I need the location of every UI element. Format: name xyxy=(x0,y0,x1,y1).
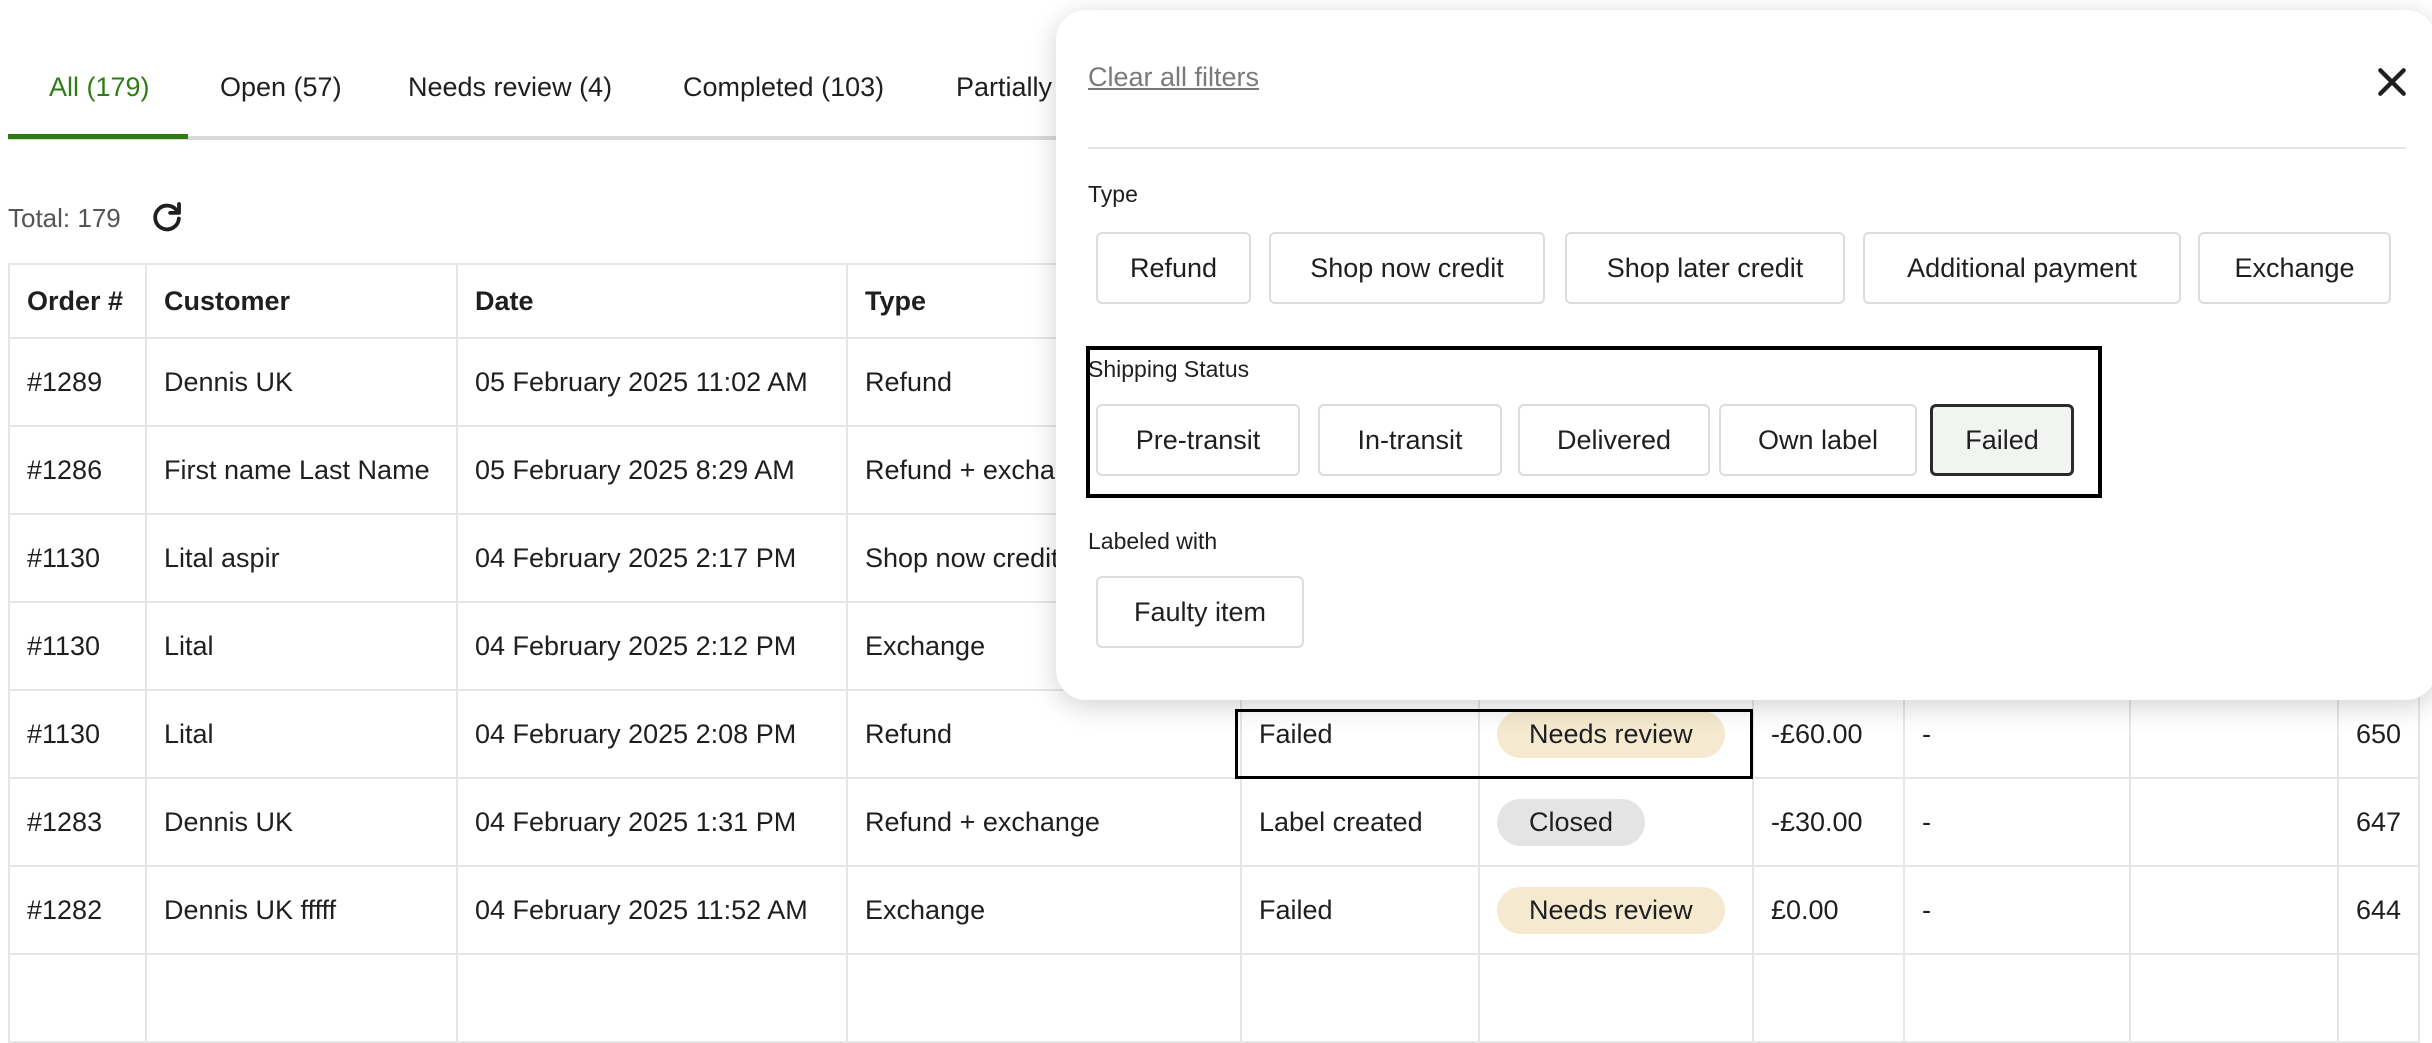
cell-customer: Lital xyxy=(145,601,458,691)
filter-chip-shop-later-credit[interactable]: Shop later credit xyxy=(1565,232,1845,304)
header-order[interactable]: Order # xyxy=(8,263,147,339)
status-badge: Closed xyxy=(1497,798,1646,846)
cell-amount: -£30.00 xyxy=(1752,777,1905,867)
filter-chip-failed[interactable]: Failed xyxy=(1930,404,2074,476)
cell-shipping: Failed xyxy=(1240,865,1480,955)
refresh-icon[interactable] xyxy=(148,198,186,236)
filter-panel: Clear all filters Type Refund Shop now c… xyxy=(1056,10,2432,700)
cell-date: 04 February 2025 2:17 PM xyxy=(456,513,848,603)
panel-divider xyxy=(1088,147,2406,149)
filter-chip-own-label[interactable]: Own label xyxy=(1719,404,1917,476)
cell-customer: Lital aspir xyxy=(145,513,458,603)
filter-chip-in-transit[interactable]: In-transit xyxy=(1318,404,1502,476)
cell-amount: £0.00 xyxy=(1752,865,1905,955)
cell-order: #1286 xyxy=(8,425,147,515)
type-section-label: Type xyxy=(1088,181,1138,207)
cell-status: Closed xyxy=(1478,777,1754,867)
active-tab-indicator xyxy=(8,134,188,139)
cell-customer: First name Last Name xyxy=(145,425,458,515)
cell-date: 04 February 2025 2:12 PM xyxy=(456,601,848,691)
tab-partially[interactable]: Partially xyxy=(956,72,1052,103)
tab-open[interactable]: Open (57) xyxy=(220,72,342,103)
cell-last: 647 xyxy=(2336,777,2421,867)
header-date[interactable]: Date xyxy=(456,263,848,339)
cell-type: Refund + exchange xyxy=(846,777,1242,867)
total-count: Total: 179 xyxy=(8,203,121,233)
filter-chip-shop-now-credit[interactable]: Shop now credit xyxy=(1269,232,1545,304)
cell-customer: Lital xyxy=(145,689,458,779)
table-row[interactable] xyxy=(8,953,2421,1043)
filter-chip-exchange[interactable]: Exchange xyxy=(2198,232,2391,304)
close-icon[interactable] xyxy=(2372,62,2412,102)
cell-order: #1282 xyxy=(8,865,147,955)
cell-status: Needs review xyxy=(1478,865,1754,955)
cell-customer: Dennis UK fffff xyxy=(145,865,458,955)
cell-dash: - xyxy=(1903,777,2131,867)
cell-shipping: Label created xyxy=(1240,777,1480,867)
cell-type: Refund xyxy=(846,689,1242,779)
cell-date: 05 February 2025 11:02 AM xyxy=(456,337,848,427)
cell-dash: - xyxy=(1903,689,2131,779)
cell-order: #1130 xyxy=(8,689,147,779)
cell-order: #1130 xyxy=(8,601,147,691)
table-row[interactable]: #1130 Lital 04 February 2025 2:08 PM Ref… xyxy=(8,689,2421,779)
filter-chip-refund[interactable]: Refund xyxy=(1096,232,1251,304)
cell-order: #1283 xyxy=(8,777,147,867)
cell-last: 644 xyxy=(2336,865,2421,955)
table-row[interactable]: #1283 Dennis UK 04 February 2025 1:31 PM… xyxy=(8,777,2421,867)
filter-chip-pre-transit[interactable]: Pre-transit xyxy=(1096,404,1300,476)
header-customer[interactable]: Customer xyxy=(145,263,458,339)
status-badge: Needs review xyxy=(1497,886,1725,934)
cell-order: #1289 xyxy=(8,337,147,427)
cell-date: 04 February 2025 11:52 AM xyxy=(456,865,848,955)
cell-amount: -£60.00 xyxy=(1752,689,1905,779)
shipping-section-label: Shipping Status xyxy=(1088,356,1250,382)
cell-type: Exchange xyxy=(846,865,1242,955)
tab-all[interactable]: All (179) xyxy=(49,72,150,103)
cell-order: #1130 xyxy=(8,513,147,603)
cell-date: 04 February 2025 1:31 PM xyxy=(456,777,848,867)
filter-chip-additional-payment[interactable]: Additional payment xyxy=(1863,232,2181,304)
cell-shipping: Failed xyxy=(1240,689,1480,779)
cell-customer: Dennis UK xyxy=(145,337,458,427)
labeled-section-label: Labeled with xyxy=(1088,528,1218,554)
cell-date: 05 February 2025 8:29 AM xyxy=(456,425,848,515)
cell-status: Needs review xyxy=(1478,689,1754,779)
status-tabs: All (179) Open (57) Needs review (4) Com… xyxy=(8,52,1108,142)
cell-last: 650 xyxy=(2336,689,2421,779)
table-row[interactable]: #1282 Dennis UK fffff 04 February 2025 1… xyxy=(8,865,2421,955)
filter-chip-delivered[interactable]: Delivered xyxy=(1518,404,1710,476)
tab-needs-review[interactable]: Needs review (4) xyxy=(408,72,612,103)
tab-completed[interactable]: Completed (103) xyxy=(683,72,884,103)
cell-dash: - xyxy=(1903,865,2131,955)
cell-customer: Dennis UK xyxy=(145,777,458,867)
clear-filters-link[interactable]: Clear all filters xyxy=(1088,62,1259,93)
status-badge: Needs review xyxy=(1497,710,1725,758)
cell-date: 04 February 2025 2:08 PM xyxy=(456,689,848,779)
filter-chip-faulty-item[interactable]: Faulty item xyxy=(1096,576,1304,648)
